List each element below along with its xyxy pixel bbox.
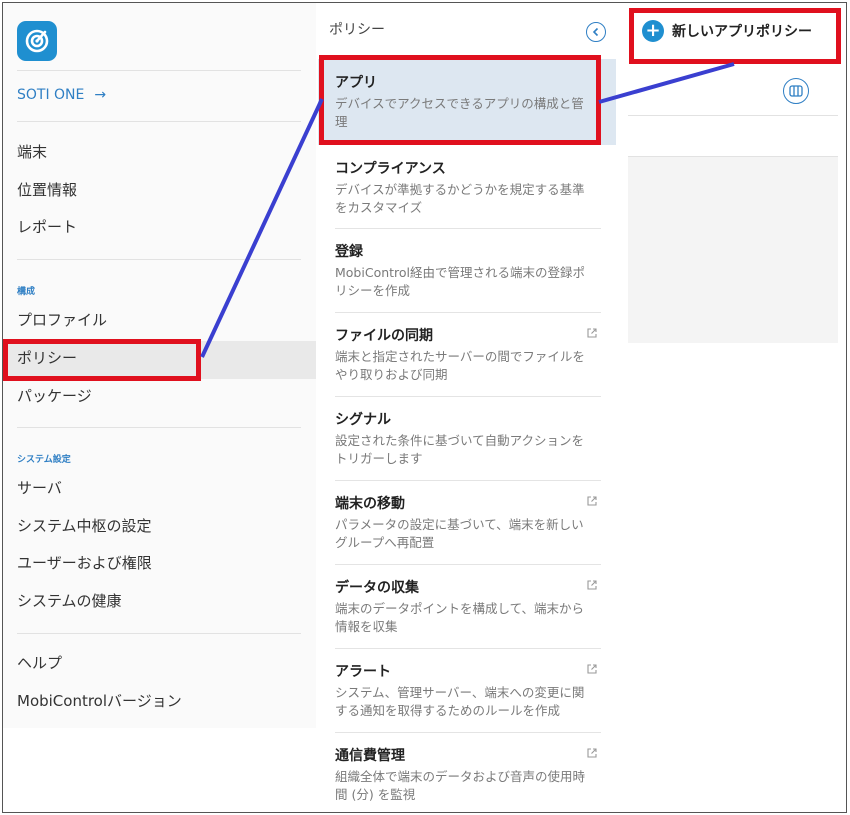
connector-line-apps-to-new-policy [598,62,735,104]
annotation-connectors [200,62,735,358]
screenshot-frame: SOTI ONE → 端末 位置情報 レポート 構成 プロファイル ポリシー パ… [2,2,847,813]
connector-line-policies-to-apps [200,98,324,358]
